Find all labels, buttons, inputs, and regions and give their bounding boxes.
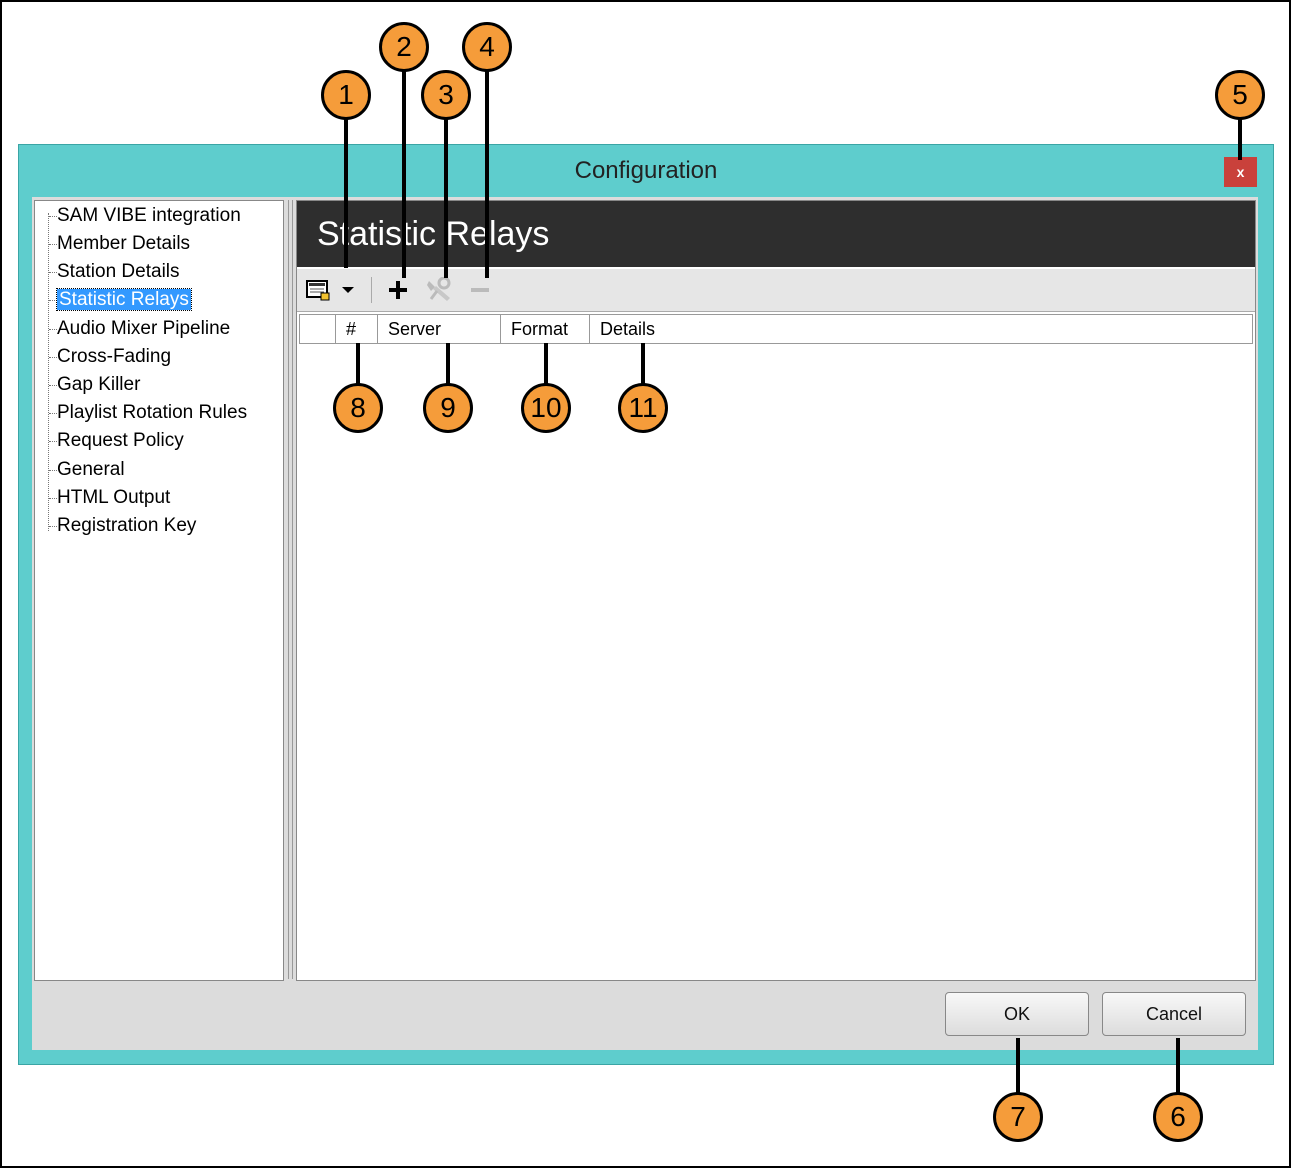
- tree-item-audio-mixer-pipeline[interactable]: Audio Mixer Pipeline: [57, 317, 230, 341]
- column-header-number[interactable]: #: [336, 315, 378, 343]
- chevron-down-icon[interactable]: [337, 275, 359, 305]
- callout-leader: [544, 343, 548, 388]
- window-client: SAM VIBE integration Member Details Stat…: [32, 197, 1258, 1050]
- callout-7: 7: [993, 1092, 1043, 1142]
- tree-item-member-details[interactable]: Member Details: [57, 232, 190, 256]
- tree-branch: [49, 385, 57, 386]
- display-template-icon[interactable]: [303, 275, 333, 305]
- tree-branch: [49, 329, 57, 330]
- tree-item-gap-killer[interactable]: Gap Killer: [57, 373, 140, 397]
- callout-11: 11: [618, 383, 668, 433]
- column-header-details[interactable]: Details: [590, 315, 1250, 343]
- callout-1: 1: [321, 70, 371, 120]
- tree-branch: [49, 244, 57, 245]
- tree-item-general[interactable]: General: [57, 458, 125, 482]
- callout-6: 6: [1153, 1092, 1203, 1142]
- callout-leader: [444, 118, 448, 278]
- panel-title: Statistic Relays: [297, 201, 1255, 267]
- callout-10: 10: [521, 383, 571, 433]
- cancel-button[interactable]: Cancel: [1102, 992, 1246, 1036]
- tree-branch: [49, 216, 57, 217]
- tree-branch: [49, 498, 57, 499]
- close-button[interactable]: x: [1224, 157, 1257, 187]
- callout-leader: [344, 118, 348, 268]
- tree-branch: [49, 413, 57, 414]
- callout-leader: [356, 343, 360, 388]
- tree-item-registration-key[interactable]: Registration Key: [57, 514, 196, 538]
- tree-branch: [49, 441, 57, 442]
- column-header-format[interactable]: Format: [501, 315, 590, 343]
- settings-tree: SAM VIBE integration Member Details Stat…: [34, 200, 284, 981]
- callout-3: 3: [421, 70, 471, 120]
- add-icon[interactable]: [383, 275, 413, 305]
- tree-branch: [49, 357, 57, 358]
- splitter[interactable]: [288, 200, 293, 979]
- callout-9: 9: [423, 383, 473, 433]
- tree-lines: [48, 213, 49, 531]
- tree-item-html-output[interactable]: HTML Output: [57, 486, 170, 510]
- callout-leader: [1238, 118, 1242, 160]
- window-title: Configuration: [574, 157, 718, 184]
- tree-branch: [49, 470, 57, 471]
- callout-4: 4: [462, 22, 512, 72]
- relays-table-header: # Server Format Details: [299, 314, 1253, 344]
- tree-item-playlist-rotation-rules[interactable]: Playlist Rotation Rules: [57, 401, 247, 425]
- callout-leader: [446, 343, 450, 388]
- edit-icon[interactable]: [423, 275, 455, 305]
- toolbar-separator: [371, 277, 372, 303]
- tree-item-request-policy[interactable]: Request Policy: [57, 429, 184, 453]
- toolbar: [297, 269, 1255, 312]
- callout-leader: [1176, 1038, 1180, 1098]
- tree-branch: [49, 272, 57, 273]
- row-indicator-column: [300, 315, 336, 343]
- tree-item-station-details[interactable]: Station Details: [57, 260, 180, 284]
- tree-item-cross-fading[interactable]: Cross-Fading: [57, 345, 171, 369]
- relays-table-body[interactable]: [299, 344, 1251, 977]
- tree-branch: [49, 300, 57, 301]
- dialog-button-bar: OK Cancel: [32, 982, 1258, 1050]
- remove-icon[interactable]: [465, 275, 495, 305]
- callout-8: 8: [333, 383, 383, 433]
- callout-2: 2: [379, 22, 429, 72]
- ok-button[interactable]: OK: [945, 992, 1089, 1036]
- configuration-window: Configuration x SAM VIBE integration Mem…: [18, 144, 1274, 1065]
- column-header-server[interactable]: Server: [378, 315, 501, 343]
- tree-item-statistic-relays[interactable]: Statistic Relays: [56, 288, 192, 312]
- callout-leader: [1016, 1038, 1020, 1098]
- callout-leader: [485, 70, 489, 278]
- tree-item-sam-vibe[interactable]: SAM VIBE integration: [57, 204, 241, 228]
- callout-5: 5: [1215, 70, 1265, 120]
- callout-leader: [641, 343, 645, 388]
- tree-branch: [49, 526, 57, 527]
- callout-leader: [402, 70, 406, 278]
- content-panel: Statistic Relays # Server Format Details: [296, 200, 1256, 981]
